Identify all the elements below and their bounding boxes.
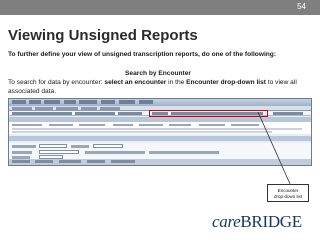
callout-encounter-dropdown: Encounter drop-down list (267, 184, 309, 202)
logo-part-1: care (212, 212, 241, 231)
carebridge-logo: careBRIDGE (212, 212, 302, 232)
callout-pointer (257, 111, 291, 185)
callout-line-2: drop-down list (273, 193, 302, 199)
logo-part-2: BRIDGE (240, 212, 302, 231)
